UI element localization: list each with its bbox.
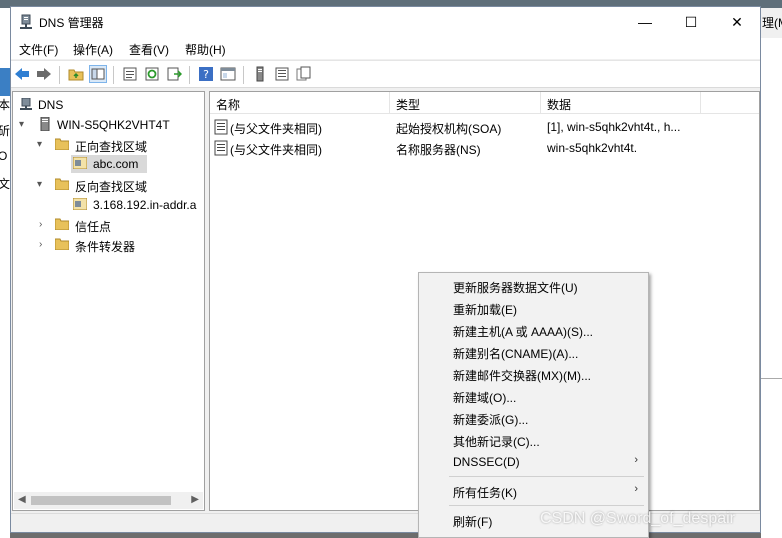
- menu-item-dnssec[interactable]: DNSSEC(D) ›: [419, 451, 648, 473]
- chevron-down-icon[interactable]: ▾: [37, 179, 42, 190]
- tree-node-abc-com[interactable]: abc.com: [71, 155, 147, 173]
- background-text: O: [0, 149, 8, 163]
- zone-icon: [73, 157, 87, 169]
- record-type: 起始授权机构(SOA): [396, 122, 502, 136]
- background-text: 斫: [0, 124, 10, 138]
- chevron-down-icon[interactable]: ▾: [37, 139, 42, 150]
- menu-item-new-host[interactable]: 新建主机(A 或 AAAA)(S)...: [419, 319, 648, 341]
- menu-item-reload[interactable]: 重新加载(E): [419, 297, 648, 319]
- background-text: 文: [0, 177, 10, 191]
- console-icon[interactable]: [220, 66, 236, 82]
- table-row[interactable]: (与父文件夹相同) 起始授权机构(SOA) [1], win-s5qhk2vht…: [210, 117, 759, 137]
- menu-action[interactable]: 操作(A): [73, 41, 113, 58]
- console-tree: DNS ▾ WIN-S5QHK2VHT4T ▾ 正向查找区域 abc.com ▾…: [12, 91, 205, 511]
- toolbar-separator: [113, 66, 114, 84]
- menu-item-all-tasks[interactable]: 所有任务(K) ›: [419, 480, 648, 502]
- scroll-right-icon[interactable]: ▶: [191, 494, 199, 505]
- chevron-right-icon: ›: [634, 454, 638, 466]
- chevron-down-icon[interactable]: ▾: [19, 119, 24, 130]
- show-hide-tree-icon[interactable]: [89, 65, 107, 83]
- column-header-type[interactable]: 类型: [390, 92, 541, 114]
- folder-icon: [55, 238, 69, 250]
- forward-icon[interactable]: [36, 66, 52, 82]
- dns-app-icon: [20, 14, 32, 29]
- list-view-icon[interactable]: [274, 66, 290, 82]
- background-window-left: 本 斫 O 文: [0, 8, 10, 538]
- copy-view-icon[interactable]: [296, 66, 312, 82]
- menu-item-new-alias[interactable]: 新建别名(CNAME)(A)...: [419, 341, 648, 363]
- record-type: 名称服务器(NS): [396, 143, 481, 157]
- background-text: 本: [0, 98, 10, 112]
- menu-item-new-delegation[interactable]: 新建委派(G)...: [419, 407, 648, 429]
- up-folder-icon[interactable]: [68, 66, 84, 82]
- background-window-title-fragment: 理(M: [760, 8, 782, 38]
- background-selection-strip: [0, 68, 10, 96]
- menu-help[interactable]: 帮助(H): [185, 41, 226, 58]
- column-header-data[interactable]: 数据: [541, 92, 701, 114]
- folder-icon: [55, 178, 69, 190]
- svg-text:?: ?: [203, 68, 209, 81]
- list-header: 名称 类型 数据: [210, 92, 759, 114]
- menu-item-new-domain[interactable]: 新建域(O)...: [419, 385, 648, 407]
- menu-view[interactable]: 查看(V): [129, 41, 169, 58]
- record-icon: [214, 119, 228, 135]
- toolbar-separator: [243, 66, 244, 84]
- table-row[interactable]: (与父文件夹相同) 名称服务器(NS) win-s5qhk2vht4t.: [210, 138, 759, 158]
- record-data: [1], win-s5qhk2vht4t., h...: [547, 120, 681, 134]
- column-header-name[interactable]: 名称: [210, 92, 390, 114]
- folder-icon: [55, 138, 69, 150]
- toolbar-separator: [59, 66, 60, 84]
- menu-item-update-server-data[interactable]: 更新服务器数据文件(U): [419, 275, 648, 297]
- toolbar-separator: [189, 66, 190, 84]
- background-window-right: [761, 38, 782, 538]
- watermark: CSDN @Sword_of_despair: [540, 510, 735, 527]
- record-icon: [214, 140, 228, 156]
- toolbar: ?: [11, 60, 760, 88]
- record-data: win-s5qhk2vht4t.: [547, 141, 638, 155]
- close-button[interactable]: ✕: [714, 7, 760, 37]
- window-title: DNS 管理器: [39, 16, 104, 30]
- server-icon[interactable]: [252, 66, 268, 82]
- minimize-button[interactable]: —: [622, 7, 668, 37]
- maximize-button[interactable]: ☐: [668, 7, 714, 37]
- chevron-right-icon[interactable]: ›: [39, 239, 42, 250]
- refresh-icon[interactable]: [144, 66, 160, 82]
- menu-file[interactable]: 文件(F): [19, 41, 58, 58]
- record-name: (与父文件夹相同): [230, 122, 322, 136]
- properties-icon[interactable]: [122, 66, 138, 82]
- record-name: (与父文件夹相同): [230, 143, 322, 157]
- help-icon[interactable]: ?: [198, 66, 214, 82]
- scroll-left-icon[interactable]: ◀: [18, 494, 26, 505]
- chevron-right-icon[interactable]: ›: [39, 219, 42, 230]
- dns-icon: [20, 98, 32, 110]
- export-list-icon[interactable]: [166, 66, 182, 82]
- context-menu: 更新服务器数据文件(U) 重新加载(E) 新建主机(A 或 AAAA)(S)..…: [418, 272, 649, 538]
- menu-item-other-new-records[interactable]: 其他新记录(C)...: [419, 429, 648, 451]
- zone-icon: [73, 198, 87, 210]
- back-icon[interactable]: [14, 66, 30, 82]
- title-bar[interactable]: DNS 管理器 — ☐ ✕: [11, 7, 760, 37]
- menu-separator: [449, 505, 644, 506]
- menu-separator: [449, 476, 644, 477]
- tree-horizontal-scrollbar[interactable]: ◀ ▶: [14, 492, 203, 509]
- chevron-right-icon: ›: [634, 483, 638, 495]
- scroll-thumb[interactable]: [31, 496, 171, 505]
- menu-item-new-mail-exchanger[interactable]: 新建邮件交换器(MX)(M)...: [419, 363, 648, 385]
- folder-icon: [55, 218, 69, 230]
- server-icon: [40, 117, 50, 131]
- menu-bar: 文件(F) 操作(A) 查看(V) 帮助(H): [11, 37, 760, 59]
